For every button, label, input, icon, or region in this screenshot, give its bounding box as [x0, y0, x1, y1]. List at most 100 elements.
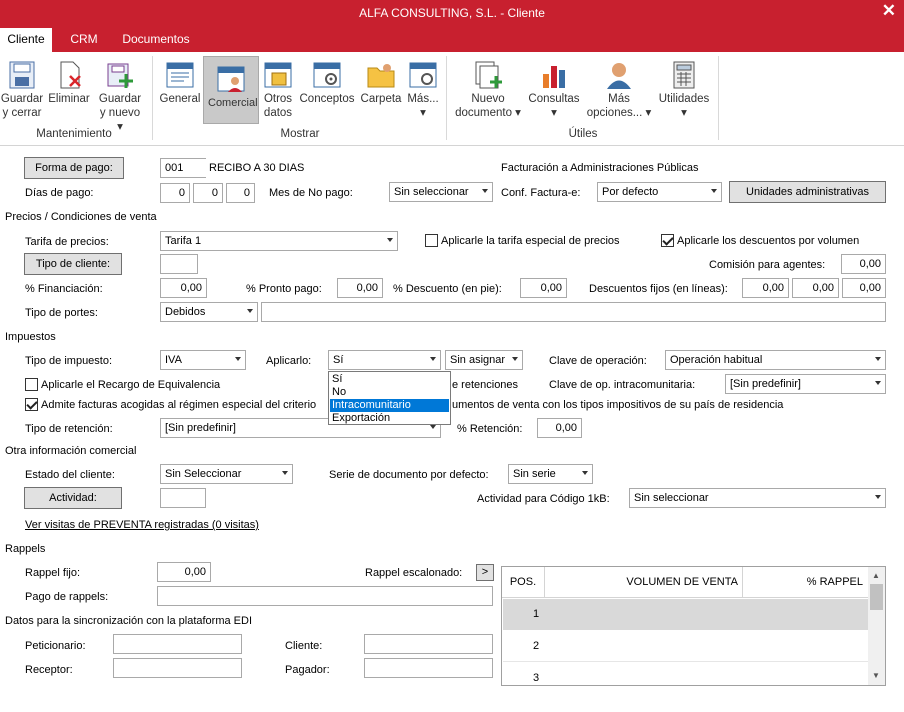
tarifa-select[interactable]: Tarifa 1 — [160, 231, 398, 251]
tipo-portes-extra-field[interactable] — [261, 302, 886, 322]
visitas-preventa-link[interactable]: Ver visitas de PREVENTA registradas (0 v… — [25, 519, 259, 531]
select-value: Sin seleccionar — [394, 186, 469, 198]
grid-header-volumen[interactable]: VOLUMEN DE VENTA — [544, 567, 742, 598]
descuento-pie-field[interactable]: 0,00 — [520, 278, 567, 298]
consultas-button[interactable]: Consultas ▾ — [526, 56, 582, 126]
more-icon — [407, 60, 439, 90]
peticionario-field[interactable] — [113, 634, 242, 654]
ribbon-label: Comercial — [208, 97, 258, 109]
title-bar: ALFA CONSULTING, S.L. - Cliente ✕ — [0, 0, 904, 28]
tipo-cliente-field[interactable] — [160, 254, 198, 274]
financiacion-field[interactable]: 0,00 — [160, 278, 207, 298]
table-row[interactable]: 3 — [503, 663, 869, 685]
utilidades-button[interactable]: Utilidades ▾ — [656, 56, 712, 126]
grid-header-rappel[interactable]: % RAPPEL — [742, 567, 869, 598]
save-new-button[interactable]: Guardar y nuevo ▾ — [96, 56, 144, 133]
comision-field[interactable]: 0,00 — [841, 254, 886, 274]
aplicarlo-select[interactable]: Sí — [328, 350, 441, 370]
dias-pago-label: Días de pago: — [25, 187, 94, 199]
forma-pago-code-field[interactable]: 001 — [160, 158, 206, 178]
pct-retencion-field[interactable]: 0,00 — [537, 418, 582, 438]
descuento-pie-label: % Descuento (en pie): — [393, 283, 502, 295]
scroll-up-icon[interactable]: ▲ — [872, 571, 880, 580]
pago-rappels-field[interactable] — [157, 586, 493, 606]
serie-select[interactable]: Sin serie — [508, 464, 593, 484]
pagador-field[interactable] — [364, 658, 493, 678]
scroll-down-icon[interactable]: ▼ — [872, 671, 880, 680]
conf-factura-select[interactable]: Por defecto — [597, 182, 722, 202]
carpeta-button[interactable]: Carpeta — [358, 56, 404, 126]
documentos-venta-label: umentos de venta con los tipos impositiv… — [452, 399, 784, 411]
ribbon-separator — [718, 56, 719, 140]
otra-info-section-title: Otra información comercial — [5, 445, 137, 457]
select-value: Operación habitual — [670, 354, 763, 366]
save-close-button[interactable]: Guardar y cerrar — [0, 56, 44, 126]
ribbon-label: documento ▾ — [455, 107, 521, 119]
tipo-portes-label: Tipo de portes: — [25, 307, 98, 319]
actividad-1kb-select[interactable]: Sin seleccionar — [629, 488, 886, 508]
rappel-grid[interactable]: POS. VOLUMEN DE VENTA % RAPPEL 1 2 3 ▲ ▼ — [501, 566, 886, 686]
clave-intracom-select[interactable]: [Sin predefinir] — [725, 374, 886, 394]
tipo-impuesto-select[interactable]: IVA — [160, 350, 246, 370]
descuento-fijo-field-1[interactable]: 0,00 — [742, 278, 789, 298]
table-row[interactable]: 1 — [503, 599, 869, 630]
actividad-button[interactable]: Actividad: — [24, 487, 122, 509]
ribbon-label: Conceptos — [299, 93, 355, 105]
tab-cliente[interactable]: Cliente — [0, 28, 52, 52]
descuento-fijo-field-2[interactable]: 0,00 — [792, 278, 839, 298]
descuentos-volumen-checkbox[interactable] — [661, 234, 674, 247]
grid-header-pos[interactable]: POS. — [502, 567, 544, 598]
mes-no-pago-select[interactable]: Sin seleccionar — [389, 182, 493, 202]
chevron-down-icon — [512, 357, 518, 361]
facturacion-title: Facturación a Administraciones Públicas — [501, 162, 699, 174]
unidades-administrativas-button[interactable]: Unidades administrativas — [729, 181, 886, 203]
rappel-fijo-label: Rappel fijo: — [25, 567, 81, 579]
estado-select[interactable]: Sin Seleccionar — [160, 464, 293, 484]
dias-pago-field-1[interactable]: 0 — [160, 183, 190, 203]
otros-datos-button[interactable]: Otros datos — [260, 56, 296, 126]
dropdown-option-exportacion[interactable]: Exportación — [330, 412, 449, 425]
dias-pago-field-2[interactable]: 0 — [193, 183, 223, 203]
dropdown-option-intracomunitario[interactable]: Intracomunitario — [330, 399, 449, 412]
tarifa-especial-checkbox[interactable] — [425, 234, 438, 247]
dropdown-option-si[interactable]: Sí — [330, 373, 449, 386]
sin-asignar-select[interactable]: Sin asignar — [445, 350, 523, 370]
chevron-down-icon — [430, 357, 436, 361]
table-row[interactable]: 2 — [503, 631, 869, 662]
dias-pago-field-3[interactable]: 0 — [226, 183, 255, 203]
tipo-cliente-button[interactable]: Tipo de cliente: — [24, 253, 122, 275]
select-value: Sin serie — [513, 468, 556, 480]
descuento-fijo-field-3[interactable]: 0,00 — [842, 278, 886, 298]
comercial-button[interactable]: Comercial — [203, 56, 259, 124]
conceptos-button[interactable]: Conceptos — [298, 56, 356, 126]
close-icon[interactable]: ✕ — [882, 1, 896, 21]
mas-opciones-button[interactable]: Más opciones... ▾ — [584, 56, 654, 126]
tab-crm[interactable]: CRM — [60, 28, 108, 52]
ribbon-label: General — [159, 93, 201, 105]
general-button[interactable]: General — [158, 56, 202, 126]
forma-pago-button[interactable]: Forma de pago: — [24, 157, 124, 179]
general-icon — [164, 60, 196, 90]
aplicarlo-dropdown-list[interactable]: Sí No Intracomunitario Exportación — [328, 371, 451, 425]
pronto-pago-field[interactable]: 0,00 — [337, 278, 383, 298]
rappel-escalonado-button[interactable]: > — [476, 564, 494, 581]
retenciones-label: e retenciones — [452, 379, 519, 391]
grid-scrollbar[interactable]: ▲ ▼ — [868, 567, 885, 685]
scroll-thumb[interactable] — [870, 584, 883, 610]
mas-button[interactable]: Más... ▾ — [406, 56, 440, 126]
actividad-field[interactable] — [160, 488, 206, 508]
receptor-field[interactable] — [113, 658, 242, 678]
save-new-icon — [104, 60, 136, 90]
tab-documentos[interactable]: Documentos — [114, 28, 198, 52]
nuevo-documento-button[interactable]: Nuevo documento ▾ — [452, 56, 524, 126]
chevron-down-icon — [247, 309, 253, 313]
admite-label: Admite facturas acogidas al régimen espe… — [41, 399, 317, 411]
rappel-fijo-field[interactable]: 0,00 — [157, 562, 211, 582]
dropdown-option-no[interactable]: No — [330, 386, 449, 399]
cliente-edi-field[interactable] — [364, 634, 493, 654]
delete-button[interactable]: Eliminar — [46, 56, 92, 126]
admite-checkbox[interactable] — [25, 398, 38, 411]
recargo-checkbox[interactable] — [25, 378, 38, 391]
tipo-portes-select[interactable]: Debidos — [160, 302, 258, 322]
clave-operacion-select[interactable]: Operación habitual — [665, 350, 886, 370]
